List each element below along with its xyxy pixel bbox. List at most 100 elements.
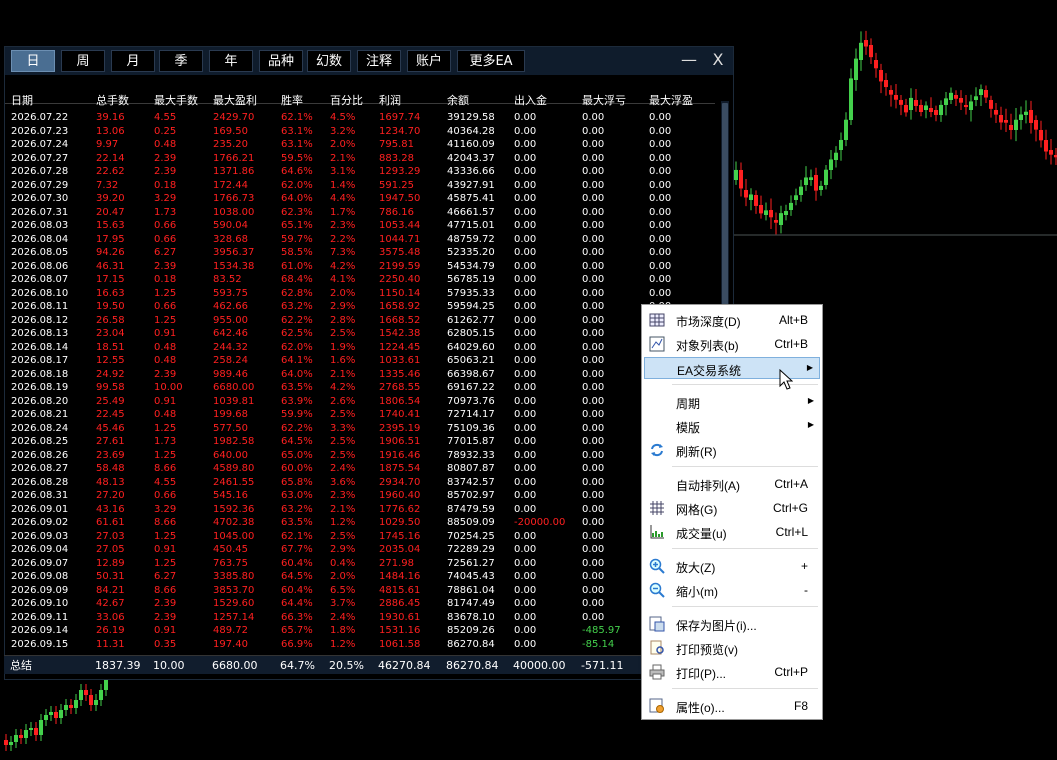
tab-7[interactable]: 注释 (357, 50, 401, 72)
menu-item[interactable]: EA交易系统 ▶ (644, 357, 820, 379)
table-cell: 1766.21 (213, 152, 255, 164)
column-header[interactable]: 出入金 (514, 92, 547, 108)
minimize-button[interactable]: — (679, 50, 699, 72)
table-cell: 328.68 (213, 233, 248, 245)
table-row[interactable]: 2026.09.10 42.67 2.39 1529.60 64.4% 3.7% 2886.… (5, 597, 715, 611)
menu-item[interactable]: 周期 ▶ (644, 391, 820, 413)
table-cell: 955.00 (213, 314, 248, 326)
table-row[interactable]: 2026.09.09 84.21 8.66 3853.70 60.4% 6.5% 4815.… (5, 584, 715, 598)
table-row[interactable]: 2026.08.28 48.13 4.55 2461.55 65.8% 3.6% 2934.… (5, 476, 715, 490)
table-row[interactable]: 2026.07.23 13.06 0.25 169.50 63.1% 3.2% 1234.7… (5, 125, 715, 139)
menu-item[interactable]: 模版 ▶ (644, 415, 820, 437)
table-row[interactable]: 2026.07.27 22.14 2.39 1766.21 59.5% 2.1% 883.2… (5, 152, 715, 166)
menu-item[interactable]: 属性(o)... F8 (644, 695, 820, 717)
table-row[interactable]: 2026.07.29 7.32 0.18 172.44 62.0% 1.4% 591.25 4… (5, 179, 715, 193)
table-cell: 0.91 (154, 395, 177, 407)
tab-9[interactable]: 更多EA (457, 50, 525, 72)
table-row[interactable]: 2026.07.31 20.47 1.73 1038.00 62.3% 1.7% 786.1… (5, 206, 715, 220)
table-cell: 0.91 (154, 544, 177, 555)
table-row[interactable]: 2026.07.22 39.16 4.55 2429.70 62.1% 4.5% 1697.… (5, 111, 715, 125)
menu-item[interactable]: 打印预览(v) (644, 637, 820, 659)
table-row[interactable]: 2026.09.03 27.03 1.25 1045.00 62.1% 2.5% 1745.… (5, 530, 715, 544)
table-row[interactable]: 2026.08.13 23.04 0.91 642.46 62.5% 2.5% 1542.3… (5, 327, 715, 341)
table-row[interactable]: 2026.08.06 46.31 2.39 1534.38 61.0% 4.2% 2199.… (5, 260, 715, 274)
table-row[interactable]: 2026.08.17 12.55 0.48 258.24 64.1% 1.6% 1033.6… (5, 354, 715, 368)
column-header[interactable]: 百分比 (330, 92, 363, 108)
summary-cell: 总结 (10, 659, 32, 672)
table-row[interactable]: 2026.08.11 19.50 0.66 462.66 63.2% 2.9% 1658.9… (5, 300, 715, 314)
table-row[interactable]: 2026.08.18 24.92 2.39 989.46 64.0% 2.1% 1335.4… (5, 368, 715, 382)
table-cell: 0.00 (582, 530, 605, 542)
table-row[interactable]: 2026.09.08 50.31 6.27 3385.80 64.5% 2.0% 1484.… (5, 570, 715, 584)
table-row[interactable]: 2026.09.15 11.31 0.35 197.40 66.9% 1.2% 1061.5… (5, 638, 715, 652)
table-row[interactable]: 2026.09.11 33.06 2.39 1257.14 66.3% 2.4% 1930.… (5, 611, 715, 625)
table-cell: 0.00 (649, 166, 672, 177)
table-row[interactable]: 2026.08.27 58.48 8.66 4589.80 60.0% 2.4% 1875.… (5, 462, 715, 476)
menu-item[interactable]: 放大(Z) + (644, 555, 820, 577)
column-header[interactable]: 最大盈利 (213, 92, 257, 108)
tab-3[interactable]: 季 (159, 50, 203, 72)
table-row[interactable]: 2026.08.21 22.45 0.48 199.68 59.9% 2.5% 1740.4… (5, 408, 715, 422)
table-cell: 10.00 (154, 382, 183, 393)
table-cell: 9.97 (96, 139, 119, 150)
tab-8[interactable]: 账户 (407, 50, 451, 72)
table-row[interactable]: 2026.08.24 45.46 1.25 577.50 62.2% 3.3% 2395.1… (5, 422, 715, 436)
tab-0[interactable]: 日 (11, 50, 55, 72)
menu-item[interactable]: 缩小(m) - (644, 579, 820, 601)
table-row[interactable]: 2026.08.12 26.58 1.25 955.00 62.2% 2.8% 1668.5… (5, 314, 715, 328)
statistics-table: 2026.07.22 39.16 4.55 2429.70 62.1% 4.5% 1697.… (5, 111, 715, 651)
table-cell: 2026.08.04 (11, 233, 69, 245)
table-row[interactable]: 2026.08.07 17.15 0.18 83.52 68.4% 4.1% 2250.40… (5, 273, 715, 287)
table-row[interactable]: 2026.09.07 12.89 1.25 763.75 60.4% 0.4% 271.98… (5, 557, 715, 571)
tab-6[interactable]: 幻数 (307, 50, 351, 72)
column-header[interactable]: 最大浮亏 (582, 92, 626, 108)
menu-item[interactable]: 市场深度(D) Alt+B (644, 309, 820, 331)
menu-item[interactable]: 成交量(u) Ctrl+L (644, 521, 820, 543)
table-row[interactable]: 2026.08.26 23.69 1.25 640.00 65.0% 2.5% 1916.4… (5, 449, 715, 463)
table-row[interactable]: 2026.08.19 99.58 10.00 6680.00 63.5% 4.2% 2768… (5, 381, 715, 395)
table-cell: 2.39 (154, 260, 177, 272)
table-row[interactable]: 2026.09.01 43.16 3.29 1592.36 63.2% 2.1% 1776.… (5, 503, 715, 517)
table-row[interactable]: 2026.09.14 26.19 0.91 489.72 65.7% 1.8% 1531.1… (5, 624, 715, 638)
menu-item[interactable]: 打印(P)... Ctrl+P (644, 661, 820, 683)
column-header[interactable]: 最大浮盈 (649, 92, 693, 108)
table-row[interactable]: 2026.08.14 18.51 0.48 244.32 62.0% 1.9% 1224.4… (5, 341, 715, 355)
table-cell: 85702.97 (447, 490, 495, 501)
column-header[interactable]: 日期 (11, 92, 33, 108)
table-cell: 23.69 (96, 449, 125, 461)
column-header[interactable]: 总手数 (96, 92, 129, 108)
tab-1[interactable]: 周 (61, 50, 105, 72)
table-row[interactable]: 2026.08.20 25.49 0.91 1039.81 63.9% 2.6% 1806.… (5, 395, 715, 409)
table-cell: 1150.14 (379, 287, 421, 299)
menu-item[interactable]: 自动排列(A) Ctrl+A (644, 473, 820, 495)
tab-4[interactable]: 年 (209, 50, 253, 72)
table-row[interactable]: 2026.09.04 27.05 0.91 450.45 67.7% 2.9% 2035.0… (5, 543, 715, 557)
table-row[interactable]: 2026.08.31 27.20 0.66 545.16 63.0% 2.3% 1960.4… (5, 489, 715, 503)
table-row[interactable]: 2026.08.05 94.26 6.27 3956.37 58.5% 7.3% 3575.… (5, 246, 715, 260)
close-button[interactable]: X (708, 50, 728, 72)
tab-2[interactable]: 月 (111, 50, 155, 72)
table-cell: 0.00 (582, 274, 605, 285)
tab-5[interactable]: 品种 (259, 50, 303, 72)
table-row[interactable]: 2026.08.03 15.63 0.66 590.04 65.1% 2.3% 1053.4… (5, 219, 715, 233)
table-cell: 99.58 (96, 382, 125, 393)
table-row[interactable]: 2026.09.02 61.61 8.66 4702.38 63.5% 1.2% 1029.… (5, 516, 715, 530)
menu-item[interactable]: 网格(G) Ctrl+G (644, 497, 820, 519)
table-cell: 0.00 (514, 382, 537, 393)
candle-body (1004, 120, 1008, 123)
table-row[interactable]: 2026.07.30 39.20 3.29 1766.73 64.0% 4.4% 1947.… (5, 192, 715, 206)
table-row[interactable]: 2026.08.04 17.95 0.66 328.68 59.7% 2.2% 1044.7… (5, 233, 715, 247)
column-header[interactable]: 利润 (379, 92, 401, 108)
table-row[interactable]: 2026.07.28 22.62 2.39 1371.86 64.6% 3.1% 1293.… (5, 165, 715, 179)
table-cell: 45.46 (96, 422, 125, 434)
column-header[interactable]: 最大手数 (154, 92, 198, 108)
table-row[interactable]: 2026.07.24 9.97 0.48 235.20 63.1% 2.0% 795.81 4… (5, 138, 715, 152)
menu-item[interactable]: 刷新(R) (644, 439, 820, 461)
table-cell: 56785.19 (447, 274, 495, 285)
menu-item[interactable]: 保存为图片(i)... (644, 613, 820, 635)
menu-item[interactable]: 对象列表(b) Ctrl+B (644, 333, 820, 355)
column-header[interactable]: 胜率 (281, 92, 303, 108)
table-row[interactable]: 2026.08.25 27.61 1.73 1982.58 64.5% 2.5% 1906.… (5, 435, 715, 449)
table-row[interactable]: 2026.08.10 16.63 1.25 593.75 62.8% 2.0% 1150.1… (5, 287, 715, 301)
column-header[interactable]: 余额 (447, 92, 469, 108)
